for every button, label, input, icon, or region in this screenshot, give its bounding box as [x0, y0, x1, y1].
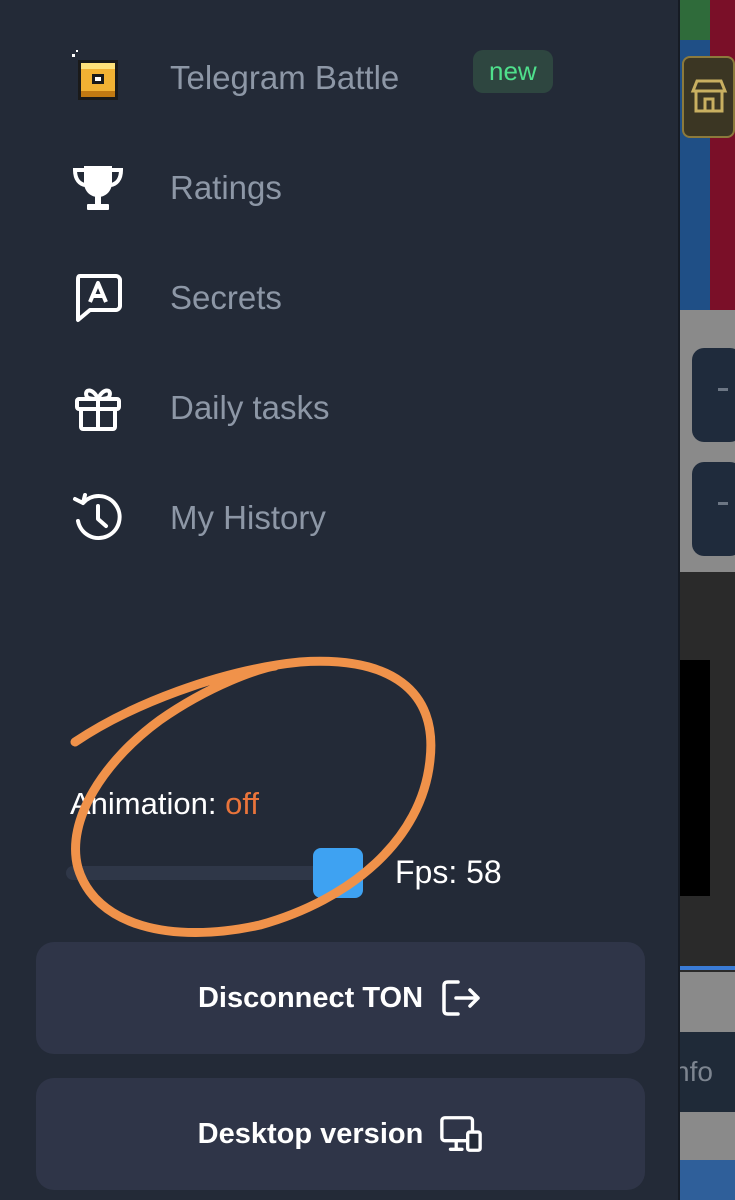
menu-item-telegram-battle[interactable]: Telegram Battle new — [0, 28, 680, 128]
background-game-banner — [680, 0, 735, 310]
gift-icon — [70, 380, 126, 436]
fps-readout: Fps: 58 — [395, 854, 502, 890]
menu-item-label: Telegram Battle — [170, 59, 400, 96]
background-stripe — [680, 0, 710, 40]
menu-item-my-history[interactable]: My History — [0, 468, 680, 568]
trophy-icon — [70, 160, 126, 216]
shop-icon[interactable] — [682, 56, 735, 138]
menu-item-ratings[interactable]: Ratings — [0, 138, 680, 238]
background-stripe — [710, 0, 735, 310]
menu-item-label: Ratings — [170, 169, 282, 206]
clock-history-icon — [70, 490, 126, 546]
background-app: nfo — [680, 0, 735, 1200]
background-info-tab[interactable]: nfo — [680, 1032, 735, 1112]
background-divider — [680, 966, 735, 970]
desktop-version-button[interactable]: Desktop version — [36, 1078, 645, 1190]
logout-icon — [439, 976, 483, 1020]
desktop-monitor-icon — [439, 1112, 483, 1156]
menu-item-daily-tasks[interactable]: Daily tasks — [0, 358, 680, 458]
fps-slider-thumb[interactable] — [313, 848, 363, 898]
animation-setting[interactable]: Animation: off — [70, 786, 259, 822]
disconnect-ton-label: Disconnect TON — [197, 981, 424, 1014]
side-drawer: Telegram Battle new Ratings Secrets Dail… — [0, 0, 680, 1200]
menu-item-label: Secrets — [170, 279, 282, 316]
desktop-version-label: Desktop version — [197, 1117, 424, 1150]
menu-item-secrets[interactable]: Secrets — [0, 248, 680, 348]
pixel-cube-icon — [70, 50, 126, 106]
background-button[interactable] — [692, 348, 735, 442]
menu-item-label: My History — [170, 499, 326, 536]
disconnect-ton-button[interactable]: Disconnect TON — [36, 942, 645, 1054]
animation-value[interactable]: off — [225, 786, 259, 821]
background-button[interactable] — [692, 462, 735, 556]
secret-letter-icon — [70, 270, 126, 326]
background-footer — [680, 1160, 735, 1200]
fps-slider-track[interactable] — [66, 866, 342, 880]
animation-label: Animation: — [70, 786, 217, 821]
menu-item-label: Daily tasks — [170, 389, 330, 426]
new-badge: new — [473, 50, 553, 93]
background-panel — [680, 660, 710, 896]
